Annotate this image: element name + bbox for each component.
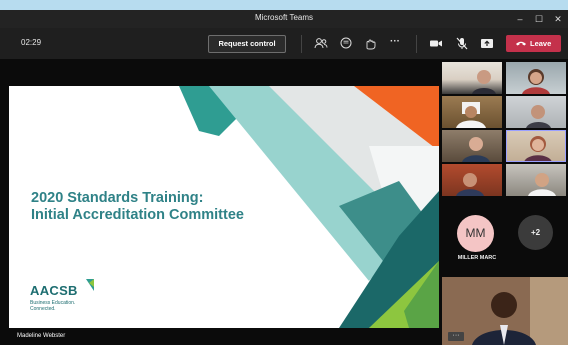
slide-title-line2: Initial Accreditation Committee xyxy=(31,207,244,223)
camera-icon[interactable] xyxy=(428,36,444,51)
request-control-button[interactable]: Request control xyxy=(208,35,286,53)
meeting-timer: 02:29 xyxy=(21,38,42,47)
slide-title-line1: 2020 Standards Training: xyxy=(31,190,204,206)
participant-video xyxy=(528,173,556,196)
participant-video-tile[interactable] xyxy=(506,164,566,196)
phone-hangup-icon xyxy=(516,41,526,46)
maximize-button[interactable]: ☐ xyxy=(530,12,548,26)
leave-label: Leave xyxy=(530,39,552,48)
people-icon[interactable] xyxy=(313,36,329,51)
window-title: Microsoft Teams xyxy=(254,13,314,22)
microphone-muted-icon[interactable] xyxy=(454,36,470,51)
participant-video-tile[interactable] xyxy=(506,62,566,94)
participant-video xyxy=(456,173,484,196)
presenter-name: Madeline Webster xyxy=(17,333,66,339)
participant-video xyxy=(472,70,496,94)
participant-avatar-name: MILLER MARC xyxy=(457,255,497,261)
minimize-button[interactable]: – xyxy=(511,12,529,26)
participant-video-tile[interactable] xyxy=(442,96,502,128)
logo-mark-icon xyxy=(86,279,94,291)
logo-tagline-line2: Connected. xyxy=(30,305,56,312)
participant-avatar[interactable]: MM xyxy=(457,215,494,252)
meeting-toolbar: 02:29 Request control ··· Leave xyxy=(0,28,568,59)
participant-video xyxy=(526,105,551,128)
share-screen-icon[interactable] xyxy=(479,36,495,51)
close-button[interactable]: ✕ xyxy=(549,12,567,26)
aacsb-logo: AACSB Business Education. Connected. xyxy=(30,279,94,312)
participant-video xyxy=(524,136,552,162)
participant-video xyxy=(456,102,486,128)
slide-title: 2020 Standards Training: Initial Accredi… xyxy=(31,190,244,224)
reactions-icon[interactable] xyxy=(362,36,378,51)
title-bar: Microsoft Teams – ☐ ✕ xyxy=(0,10,568,28)
participant-video xyxy=(462,137,490,162)
participant-video-tile[interactable] xyxy=(442,164,502,196)
participant-video-tile-active[interactable] xyxy=(506,130,566,162)
chat-icon[interactable] xyxy=(338,36,354,51)
spotlight-video[interactable]: ··· xyxy=(442,277,568,345)
participant-video-tile[interactable] xyxy=(506,96,566,128)
participant-video xyxy=(522,69,550,94)
leave-button[interactable]: Leave xyxy=(506,35,561,52)
more-participants-button[interactable]: +2 xyxy=(518,215,553,250)
logo-tagline: Business Education. Connected. xyxy=(30,300,78,312)
teams-window: Microsoft Teams – ☐ ✕ 02:29 Request cont… xyxy=(0,10,568,345)
toolbar-divider xyxy=(301,35,302,53)
toolbar-divider xyxy=(416,35,417,53)
participant-video-tile[interactable] xyxy=(442,62,502,94)
more-actions-button[interactable]: ··· xyxy=(390,36,400,47)
spotlight-more-button[interactable]: ··· xyxy=(448,332,464,341)
participant-video-tile[interactable] xyxy=(442,130,502,162)
logo-word: AACSB xyxy=(30,283,78,298)
shared-slide: 2020 Standards Training: Initial Accredi… xyxy=(9,86,439,328)
